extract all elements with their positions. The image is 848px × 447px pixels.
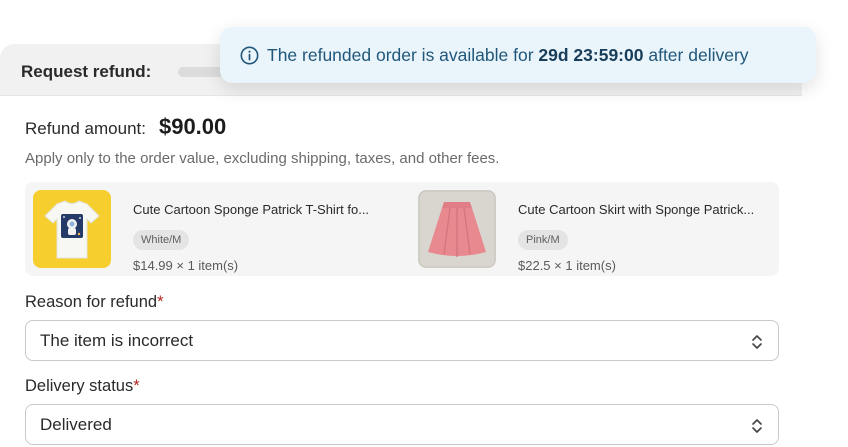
item-name: Cute Cartoon Skirt with Sponge Patrick..… [518, 202, 755, 217]
chevron-up-down-icon [752, 335, 762, 349]
reason-label: Reason for refund* [25, 293, 164, 312]
item-variant-badge: White/M [133, 230, 190, 250]
toast-countdown: 29d 23:59:00 [538, 44, 644, 65]
toast-prefix: The refunded order is available for [267, 44, 539, 65]
delivery-status-label-text: Delivery status [25, 377, 134, 395]
availability-toast: The refunded order is available for 29d … [220, 27, 816, 83]
refund-amount-label: Refund amount: [25, 119, 146, 138]
list-item: Cute Cartoon Sponge Patrick T-Shirt fo..… [33, 190, 393, 273]
delivery-status-label: Delivery status* [25, 377, 140, 396]
list-item: Cute Cartoon Skirt with Sponge Patrick..… [418, 190, 778, 273]
skirt-product-image [418, 190, 496, 268]
item-variant-badge: Pink/M [518, 230, 568, 250]
reason-selected-value: The item is incorrect [40, 330, 194, 350]
refund-note: Apply only to the order value, excluding… [25, 150, 500, 167]
item-price: $14.99 × 1 item(s) [133, 258, 239, 273]
page-title: Request refund: [21, 62, 152, 81]
required-mark: * [157, 293, 164, 311]
info-icon [240, 46, 259, 64]
refund-amount-value: $90.00 [158, 114, 227, 139]
item-price: $22.5 × 1 item(s) [518, 258, 616, 273]
required-mark: * [133, 377, 140, 395]
chevron-up-down-icon [752, 419, 762, 433]
tshirt-product-image [33, 190, 111, 268]
refund-items-panel: Cute Cartoon Sponge Patrick T-Shirt fo..… [25, 182, 779, 276]
delivery-status-selected-value: Delivered [40, 414, 112, 434]
item-name: Cute Cartoon Sponge Patrick T-Shirt fo..… [133, 202, 370, 217]
reason-label-text: Reason for refund [25, 293, 158, 311]
delivery-status-select[interactable]: Delivered [25, 404, 779, 445]
toast-message: The refunded order is available for 29d … [267, 45, 749, 66]
refund-amount-row: Refund amount: $90.00 [25, 114, 226, 140]
reason-select[interactable]: The item is incorrect [25, 320, 779, 361]
toast-suffix: after delivery [643, 44, 749, 65]
